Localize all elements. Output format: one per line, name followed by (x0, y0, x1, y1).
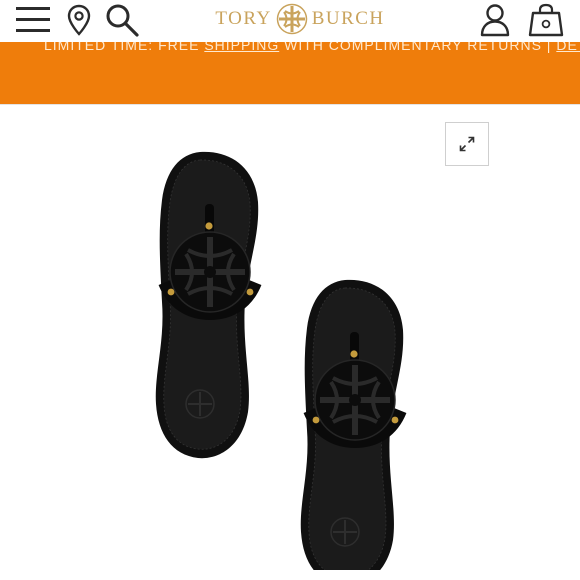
promo-text-start: LIMITED TIME: FREE (44, 42, 205, 53)
brand-logo[interactable]: TORY BURCH (200, 0, 400, 38)
shopping-bag-icon (528, 3, 564, 37)
promo-details-link[interactable]: DETAILS (556, 42, 580, 53)
promo-banner: LIMITED TIME: FREE SHIPPING WITH COMPLIM… (0, 42, 580, 104)
brand-emblem-icon (276, 3, 307, 35)
promo-text: LIMITED TIME: FREE SHIPPING WITH COMPLIM… (44, 42, 580, 53)
header-divider (0, 104, 580, 105)
brand-name-right: BURCH (311, 8, 385, 29)
expand-icon (459, 136, 475, 152)
brand-name-left: TORY (215, 8, 272, 29)
promo-shipping-link[interactable]: SHIPPING (204, 42, 279, 53)
search-button[interactable] (102, 0, 142, 40)
store-locator-button[interactable] (64, 0, 94, 40)
account-button[interactable] (476, 0, 514, 40)
product-image[interactable] (120, 130, 450, 570)
expand-image-button[interactable] (445, 122, 489, 166)
location-pin-icon (67, 4, 91, 36)
site-header: TORY BURCH (0, 0, 580, 42)
shopping-bag-button[interactable] (524, 0, 568, 40)
search-icon (106, 4, 139, 37)
menu-button[interactable] (12, 0, 54, 40)
account-icon (480, 4, 510, 37)
promo-text-middle: WITH COMPLIMENTARY RETURNS | (279, 42, 557, 53)
menu-icon (16, 7, 50, 32)
